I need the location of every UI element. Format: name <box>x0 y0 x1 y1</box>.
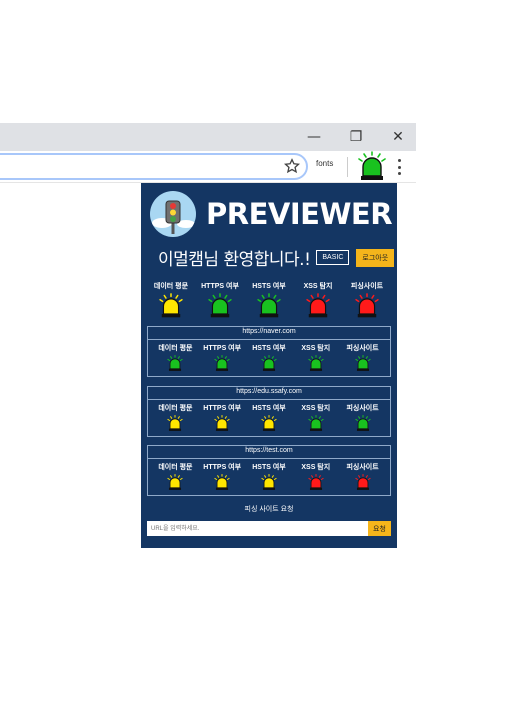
green-siren-icon <box>307 415 325 436</box>
browser-menu-icon[interactable] <box>394 157 404 177</box>
yellow-siren-icon <box>213 415 231 436</box>
yellow-siren-icon <box>157 293 185 323</box>
status-col: 피싱사이트 <box>339 403 386 436</box>
status-col: 데이터 평문 <box>152 403 199 436</box>
previewer-extension-siren-icon[interactable] <box>356 151 388 182</box>
toolbar-separator <box>347 157 348 177</box>
status-col: 피싱사이트 <box>339 343 386 376</box>
browser-titlebar: — ❐ ✕ <box>0 123 416 151</box>
site-status-box: https://edu.ssafy.com 데이터 평문 HTTPS 여부 HS… <box>147 386 391 437</box>
status-col: HTTPS 여부 <box>199 462 246 495</box>
status-label: 피싱사이트 <box>346 405 379 412</box>
site-url[interactable]: https://edu.ssafy.com <box>148 388 390 395</box>
site-status-box: https://test.com 데이터 평문 HTTPS 여부 HSTS 여부… <box>147 445 391 496</box>
brand-title: PREVIEWER <box>206 197 393 231</box>
site-status-grid: 데이터 평문 HTTPS 여부 HSTS 여부 XSS 탐지 피싱사이트 <box>152 343 386 376</box>
status-label: HTTPS 여부 <box>203 345 242 352</box>
status-col: HSTS 여부 <box>246 403 293 436</box>
status-col: HTTPS 여부 <box>199 403 246 436</box>
status-label: 피싱사이트 <box>346 464 379 471</box>
status-col: XSS 탐지 <box>292 462 339 495</box>
status-label: HSTS 여부 <box>252 345 286 352</box>
green-siren-icon <box>206 293 234 323</box>
site-status-box: https://naver.com 데이터 평문 HTTPS 여부 HSTS 여… <box>147 326 391 377</box>
status-label: 데이터 평문 <box>158 464 193 471</box>
minimize-button[interactable]: — <box>294 123 334 151</box>
phishing-request-button[interactable]: 요청 <box>368 521 391 536</box>
site-url[interactable]: https://naver.com <box>148 328 390 335</box>
status-col: HTTPS 여부 <box>199 343 246 376</box>
yellow-siren-icon <box>260 474 278 495</box>
close-button[interactable]: ✕ <box>378 123 418 151</box>
status-label: 데이터 평문 <box>153 283 189 290</box>
status-label: HSTS 여부 <box>252 464 286 471</box>
restore-button[interactable]: ❐ <box>336 123 376 151</box>
status-label: XSS 탐지 <box>301 345 331 352</box>
basic-plan-button[interactable]: BASIC <box>316 250 350 265</box>
traffic-light-logo-icon <box>150 191 196 237</box>
status-col: XSS 탐지 <box>294 281 342 323</box>
overall-status-grid: 데이터 평문 HTTPS 여부 HSTS 여부 XSS 탐지 피싱사이트 <box>147 281 391 323</box>
red-siren-icon <box>354 474 372 495</box>
status-label: HTTPS 여부 <box>203 405 242 412</box>
status-label: HSTS 여부 <box>252 405 286 412</box>
green-siren-icon <box>213 355 231 376</box>
phishing-request-title: 피싱 사이트 요청 <box>244 506 294 513</box>
status-col: 피싱사이트 <box>343 281 391 323</box>
red-siren-icon <box>353 293 381 323</box>
yellow-siren-icon <box>260 415 278 436</box>
divider <box>148 458 390 459</box>
yellow-siren-icon <box>213 474 231 495</box>
status-col: HSTS 여부 <box>246 343 293 376</box>
welcome-message: 이멀캠님 환영합니다.! <box>158 250 311 270</box>
status-label: 피싱사이트 <box>346 345 379 352</box>
phishing-url-input[interactable] <box>147 521 368 536</box>
red-siren-icon <box>304 293 332 323</box>
divider <box>148 399 390 400</box>
green-siren-icon <box>255 293 283 323</box>
yellow-siren-icon <box>166 415 184 436</box>
status-label: HTTPS 여부 <box>201 283 239 290</box>
status-col: 데이터 평문 <box>147 281 195 323</box>
status-label: XSS 탐지 <box>303 283 333 290</box>
status-label: HTTPS 여부 <box>203 464 242 471</box>
red-siren-icon <box>307 474 325 495</box>
status-label: 피싱사이트 <box>350 283 384 290</box>
status-label: HSTS 여부 <box>252 283 286 290</box>
green-siren-icon <box>307 355 325 376</box>
fonts-extension-button[interactable]: fonts <box>316 159 333 168</box>
site-url[interactable]: https://test.com <box>148 447 390 454</box>
status-label: 데이터 평문 <box>158 345 193 352</box>
status-col: XSS 탐지 <box>292 403 339 436</box>
status-col: 피싱사이트 <box>339 462 386 495</box>
status-col: 데이터 평문 <box>152 462 199 495</box>
welcome-row: 이멀캠님 환영합니다.! BASIC 로그아웃 <box>158 245 395 270</box>
previewer-popup: PREVIEWER 이멀캠님 환영합니다.! BASIC 로그아웃 데이터 평문… <box>141 183 397 548</box>
status-col: HSTS 여부 <box>245 281 293 323</box>
status-label: 데이터 평문 <box>158 405 193 412</box>
yellow-siren-icon <box>166 474 184 495</box>
status-col: HTTPS 여부 <box>196 281 244 323</box>
bookmark-star-icon[interactable] <box>281 155 303 177</box>
green-siren-icon <box>166 355 184 376</box>
status-label: XSS 탐지 <box>301 405 331 412</box>
site-status-grid: 데이터 평문 HTTPS 여부 HSTS 여부 XSS 탐지 피싱사이트 <box>152 462 386 495</box>
browser-toolbar: fonts <box>0 151 416 183</box>
status-col: XSS 탐지 <box>292 343 339 376</box>
logout-button[interactable]: 로그아웃 <box>356 248 395 267</box>
green-siren-icon <box>260 355 278 376</box>
address-bar[interactable] <box>0 153 308 180</box>
status-col: HSTS 여부 <box>246 462 293 495</box>
status-label: XSS 탐지 <box>301 464 331 471</box>
status-col: 데이터 평문 <box>152 343 199 376</box>
green-siren-icon <box>354 355 372 376</box>
divider <box>148 339 390 340</box>
site-status-grid: 데이터 평문 HTTPS 여부 HSTS 여부 XSS 탐지 피싱사이트 <box>152 403 386 436</box>
green-siren-icon <box>354 415 372 436</box>
logo-row: PREVIEWER <box>150 189 393 239</box>
